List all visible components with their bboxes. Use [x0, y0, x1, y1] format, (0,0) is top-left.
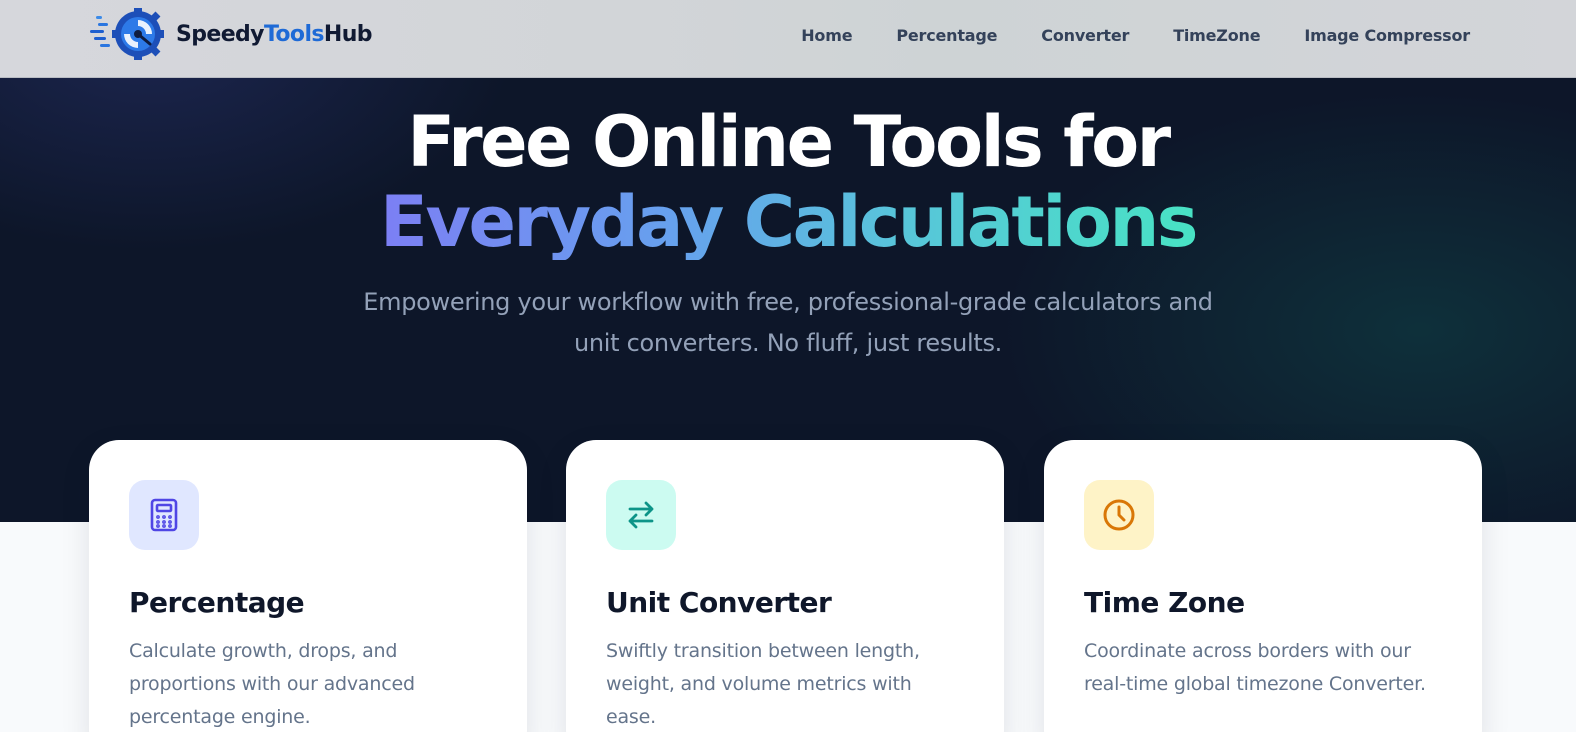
brand-name: SpeedyToolsHub	[176, 21, 373, 47]
card-title: Unit Converter	[606, 586, 832, 619]
speedometer-logo-icon	[88, 8, 172, 60]
clock-icon	[1084, 480, 1154, 550]
nav-links: Home Percentage Converter TimeZone Image…	[801, 26, 1470, 45]
nav-home[interactable]: Home	[801, 26, 852, 45]
card-title: Percentage	[129, 586, 305, 619]
tool-card-time-zone[interactable]: Time Zone Coordinate across borders with…	[1044, 440, 1482, 732]
card-description: Coordinate across borders with our real-…	[1084, 640, 1426, 695]
nav-converter[interactable]: Converter	[1041, 26, 1129, 45]
card-description: Calculate growth, drops, and proportions…	[129, 640, 415, 728]
hero-subtitle-line2: unit converters. No fluff, just results.	[573, 329, 1003, 357]
hero-subtitle-line1: Empowering your workflow with free, prof…	[363, 288, 1213, 316]
calculator-icon	[129, 480, 199, 550]
nav-percentage[interactable]: Percentage	[896, 26, 997, 45]
card-title: Time Zone	[1084, 586, 1245, 619]
top-navbar: SpeedyToolsHub Home Percentage Converter…	[0, 0, 1576, 78]
nav-image-compressor[interactable]: Image Compressor	[1304, 26, 1470, 45]
tool-card-unit-converter[interactable]: Unit Converter Swiftly transition betwee…	[566, 440, 1004, 732]
hero-heading: Free Online Tools for Everyday Calculati…	[0, 100, 1576, 260]
card-description: Swiftly transition between length, weigh…	[606, 640, 920, 728]
swap-arrows-icon	[606, 480, 676, 550]
hero-subtitle: Empowering your workflow with free, prof…	[0, 282, 1576, 364]
tool-card-percentage[interactable]: Percentage Calculate growth, drops, and …	[89, 440, 527, 732]
hero-title-line1: Free Online Tools for	[407, 101, 1171, 183]
nav-timezone[interactable]: TimeZone	[1173, 26, 1260, 45]
hero-title-line2: Everyday Calculations	[380, 181, 1198, 263]
brand-logo[interactable]: SpeedyToolsHub	[88, 8, 373, 60]
